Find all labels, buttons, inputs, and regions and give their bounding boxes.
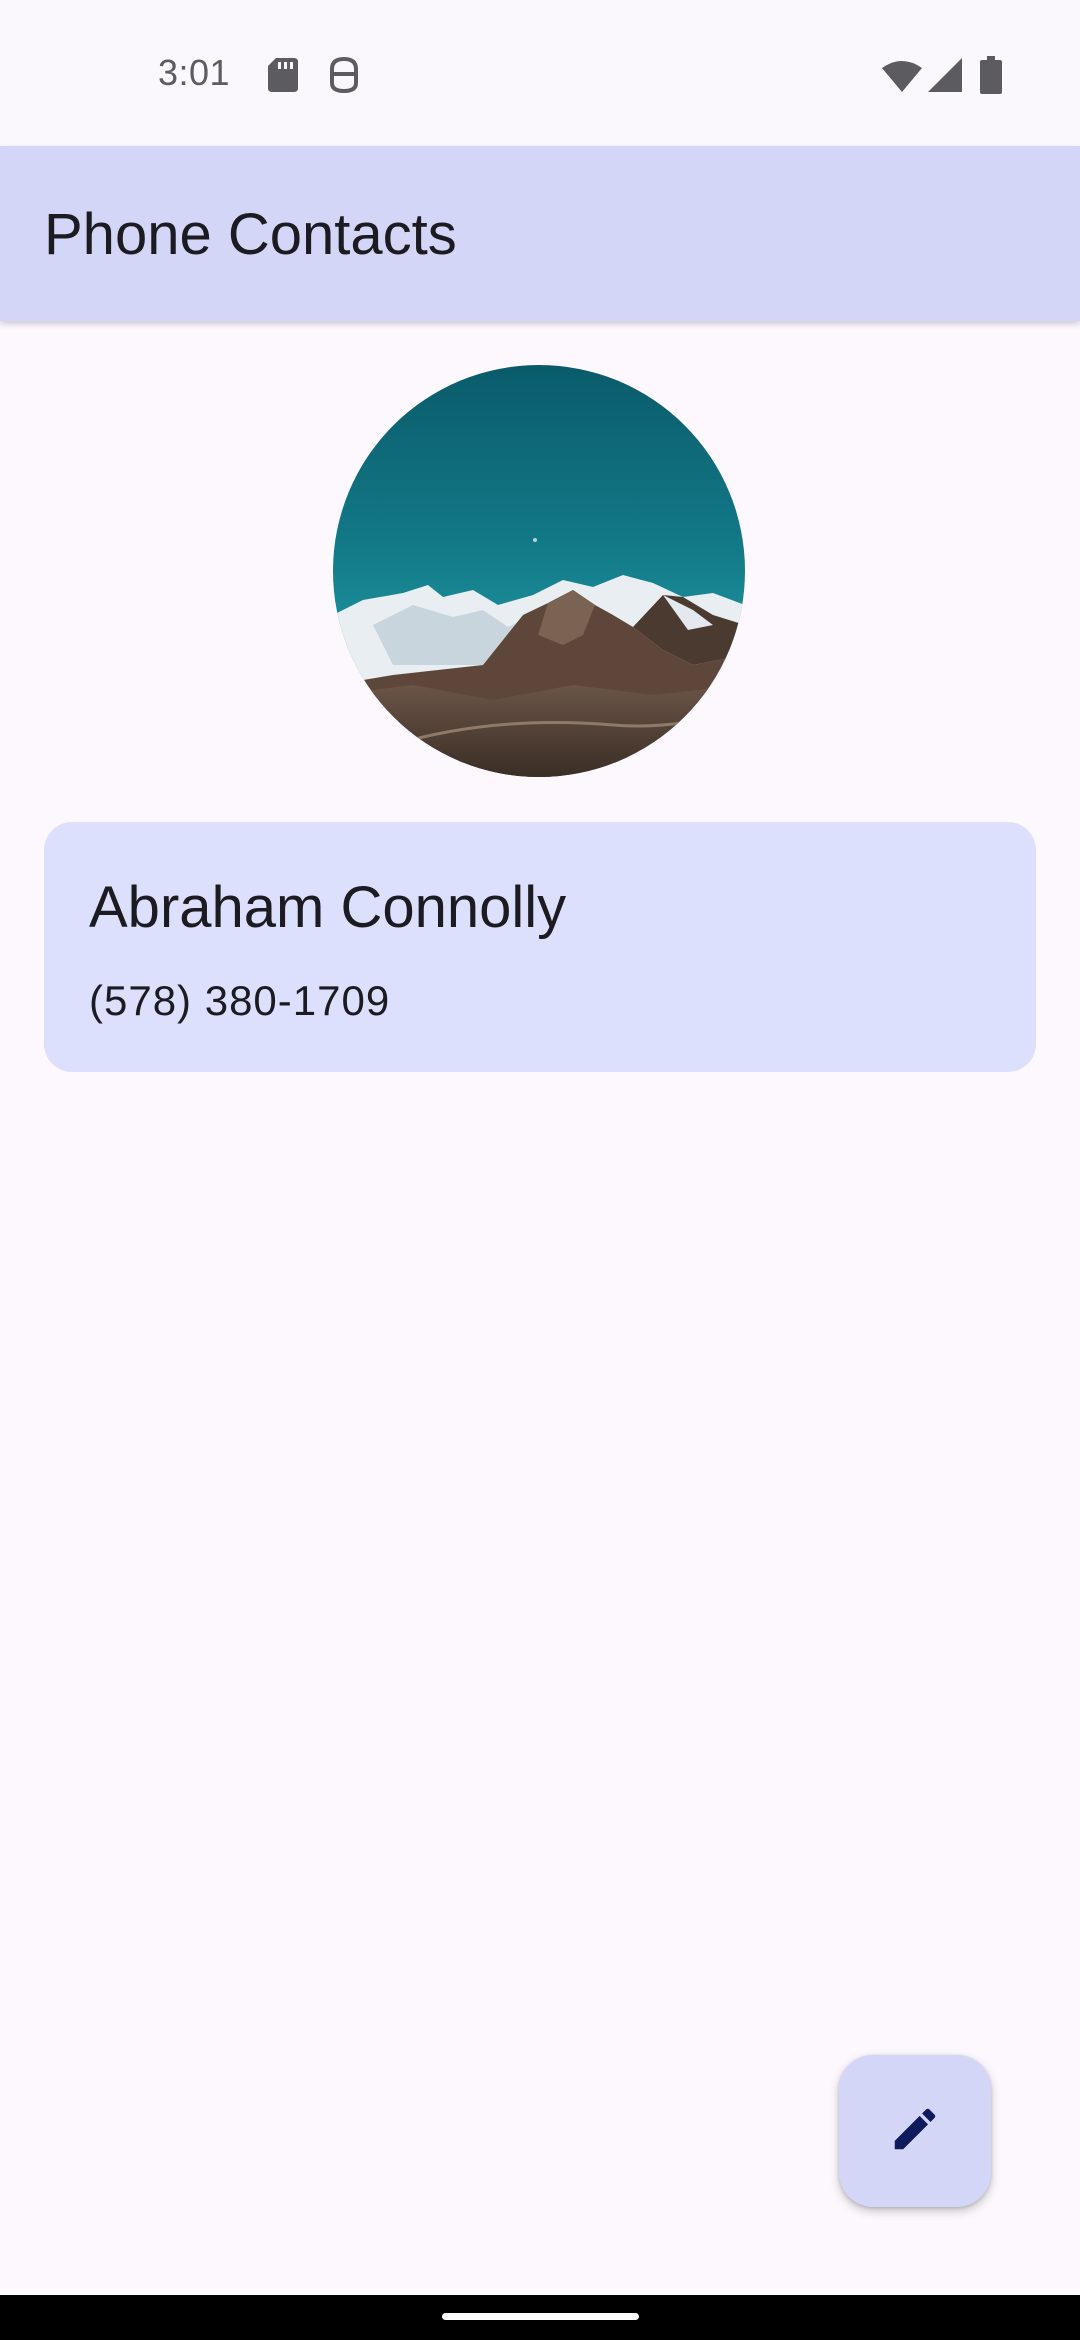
debug-icon bbox=[328, 56, 360, 98]
edit-pencil-icon bbox=[888, 2102, 942, 2161]
wifi-icon bbox=[882, 60, 922, 97]
navigation-bar bbox=[0, 2295, 1080, 2340]
battery-icon bbox=[980, 56, 1002, 99]
cell-signal-icon bbox=[928, 58, 962, 97]
app-title: Phone Contacts bbox=[44, 202, 457, 267]
mountain-landscape-photo bbox=[333, 365, 745, 777]
contact-phone: (578) 380-1709 bbox=[89, 977, 391, 1024]
contact-avatar bbox=[333, 365, 745, 777]
edit-fab-button[interactable] bbox=[839, 2055, 991, 2207]
sd-card-icon bbox=[268, 58, 298, 97]
home-gesture-handle[interactable] bbox=[442, 2313, 639, 2320]
status-time: 3:01 bbox=[158, 52, 231, 93]
top-app-bar: Phone Contacts bbox=[0, 146, 1080, 321]
contact-name: Abraham Connolly bbox=[89, 875, 567, 940]
contact-card[interactable]: Abraham Connolly (578) 380-1709 bbox=[44, 822, 1036, 1072]
status-bar: 3:01 bbox=[0, 0, 1080, 146]
